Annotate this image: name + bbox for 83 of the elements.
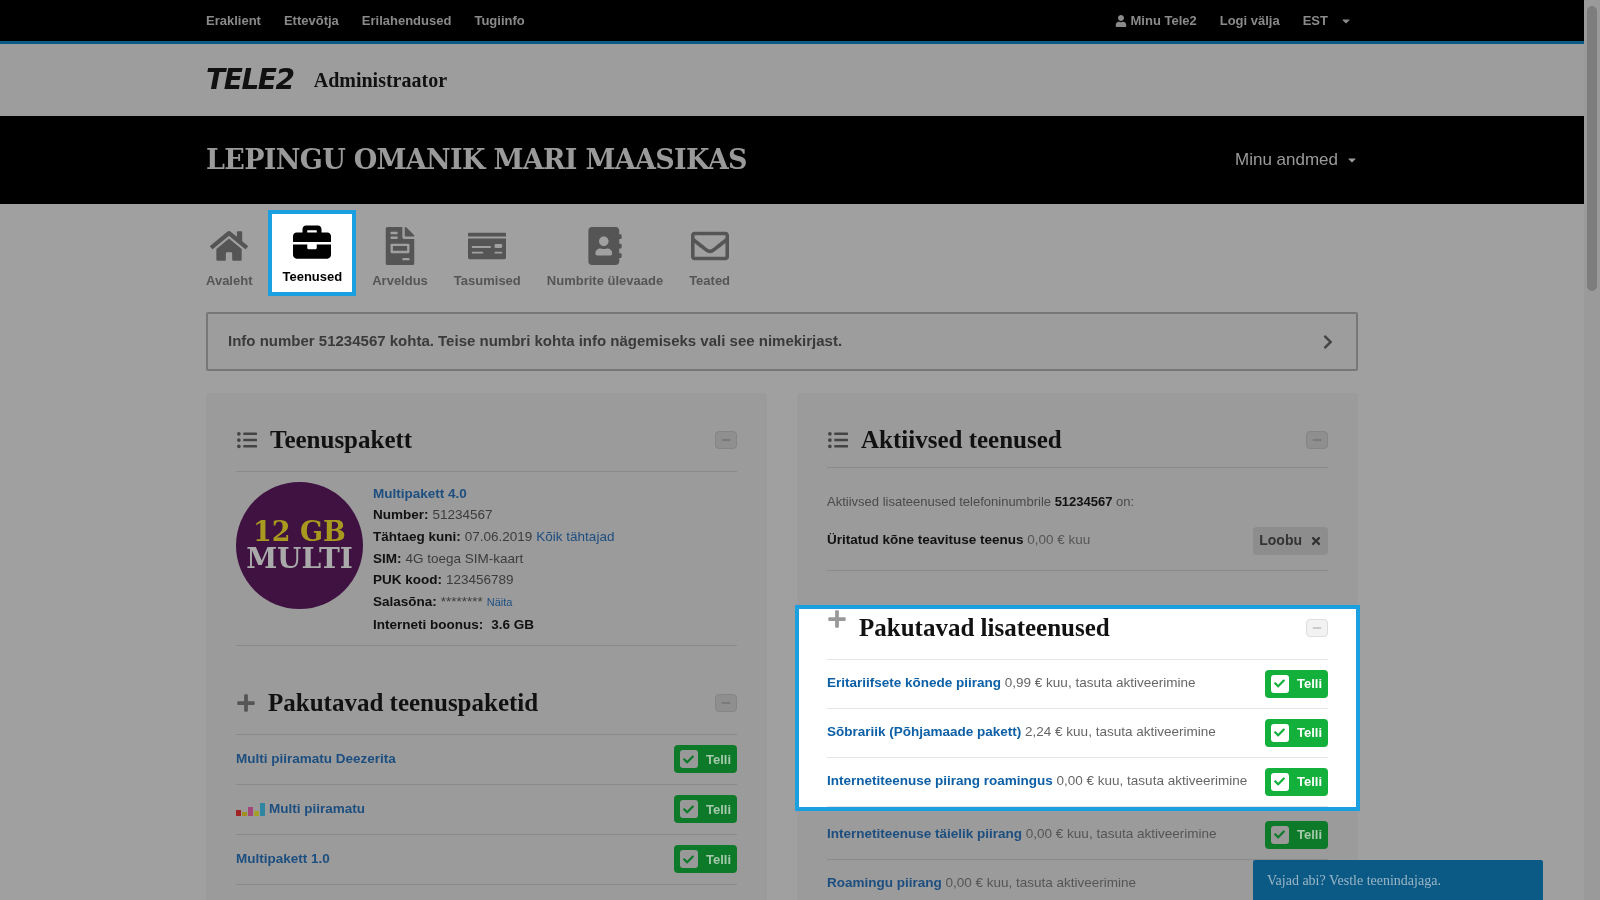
section-title: Pakutavad lisateenused bbox=[859, 613, 1111, 643]
user-icon bbox=[1114, 14, 1127, 27]
nav-tab[interactable]: Teated bbox=[679, 210, 741, 296]
field-value: 123456789 bbox=[446, 571, 514, 590]
plus-icon bbox=[236, 693, 256, 714]
logout-link[interactable]: Logi välja bbox=[1219, 10, 1280, 31]
service-text: Internetiteenuse täielik piirang 0,00 € kuu, tasuta aktiveerimine bbox=[827, 825, 1217, 844]
plus-icon bbox=[827, 609, 847, 629]
collapse-button[interactable] bbox=[1306, 430, 1328, 449]
field-value: 07.06.2019 bbox=[464, 527, 533, 546]
banner-title: LEPINGU OMANIK MARI MAASIKAS bbox=[206, 142, 747, 177]
language-dropdown[interactable]: EST bbox=[1302, 10, 1352, 31]
collapse-button[interactable] bbox=[715, 430, 737, 449]
order-button[interactable]: Telli bbox=[673, 745, 737, 774]
account-link[interactable]: Minu Tele2 bbox=[1114, 10, 1197, 31]
service-link[interactable]: Eritariifsete kõnede piirang bbox=[827, 675, 1002, 691]
service-text: Roamingu piirang 0,00 € kuu, tasuta aktiveerimine bbox=[827, 874, 1137, 893]
scrollbar-thumb[interactable] bbox=[1587, 6, 1597, 291]
field-label: Salasõna: bbox=[373, 593, 437, 611]
check-icon bbox=[1270, 772, 1289, 791]
order-button[interactable]: Telli bbox=[673, 845, 737, 874]
nav-tab[interactable]: Teenused bbox=[268, 210, 357, 296]
package-name-link[interactable]: Multipakett 4.0 bbox=[373, 482, 615, 505]
order-button[interactable]: Telli bbox=[1264, 669, 1328, 698]
package-link[interactable]: Multipakett 1.0 bbox=[236, 849, 330, 870]
field-label: SIM: bbox=[373, 549, 402, 568]
section-title: Aktiivsed teenused bbox=[861, 425, 1063, 455]
badge-text: MULTI bbox=[246, 544, 353, 573]
collapse-button[interactable] bbox=[715, 694, 737, 713]
service-link[interactable]: Internetiteenuse täielik piirang bbox=[827, 826, 1023, 842]
account-menu[interactable]: Minu andmed bbox=[1235, 147, 1358, 173]
header-title: Administraator bbox=[313, 68, 447, 93]
equalizer-logo-icon bbox=[236, 802, 265, 817]
check-icon bbox=[679, 800, 698, 819]
field-label: Tähtaeg kuni: bbox=[373, 527, 461, 546]
field-label: Number: bbox=[373, 506, 429, 525]
order-button[interactable]: Telli bbox=[1264, 718, 1328, 747]
field-link[interactable]: Näita bbox=[486, 592, 513, 614]
badge-text: 12 GB bbox=[253, 517, 346, 545]
service-text: Eritariifsete kõnede piirang 0,99 € kuu, tasuta aktiveerimine bbox=[827, 674, 1196, 693]
section-title: Teenuspakett bbox=[270, 425, 414, 455]
service-text: Sõbrariik (Põhjamaade pakett) 2,24 € kuu, tasuta aktiveerimine bbox=[827, 723, 1216, 742]
check-icon bbox=[1270, 723, 1289, 742]
logo[interactable]: TELE2 bbox=[206, 59, 294, 101]
nav-tab[interactable]: Avaleht bbox=[206, 210, 263, 296]
list-icon bbox=[236, 429, 258, 450]
check-icon bbox=[1270, 825, 1289, 844]
order-button[interactable]: Telli bbox=[1264, 820, 1328, 849]
nav-tab[interactable]: Tasumised bbox=[443, 210, 531, 296]
package-link[interactable]: Multi piiramatu bbox=[269, 799, 365, 820]
field-value: 4G toega SIM-kaart bbox=[405, 549, 524, 568]
field-value: 3.6 GB bbox=[491, 615, 535, 634]
field-label: PUK kood: bbox=[373, 571, 442, 590]
cancel-button[interactable]: Loobu bbox=[1253, 526, 1328, 555]
intro-text: Aktiivsed lisateenused telefoninumbrile 51234567 on: bbox=[827, 492, 1136, 511]
package-link[interactable]: Multi piiramatu Deezerita bbox=[236, 749, 396, 770]
nav-tab[interactable]: Numbrite ülevaade bbox=[536, 210, 674, 296]
tab-icon bbox=[585, 226, 624, 265]
check-icon bbox=[679, 850, 698, 869]
service-text: Üritatud kõne teavituse teenus 0,00 € kuu bbox=[827, 531, 1091, 550]
chat-button[interactable]: Vajad abi? Vestle teenindajaga. bbox=[1253, 860, 1543, 900]
order-button[interactable]: Telli bbox=[1264, 767, 1328, 796]
number-selector[interactable]: Info number 51234567 kohta. Teise numbri kohta info nägemiseks vali see nimekirjast. bbox=[206, 312, 1358, 371]
service-text: Internetiteenuse piirang roamingus 0,00 € kuu, tasuta aktiveerimine bbox=[827, 772, 1248, 791]
list-icon bbox=[827, 429, 849, 450]
tab-icon bbox=[293, 222, 332, 261]
section-title: Pakutavad teenuspaketid bbox=[268, 688, 540, 719]
service-link[interactable]: Roamingu piirang bbox=[827, 875, 942, 891]
nav-link[interactable]: Eraklient bbox=[206, 10, 261, 31]
nav-link[interactable]: Erilahendused bbox=[361, 10, 452, 31]
field-value: ******** bbox=[440, 593, 483, 611]
field-label: Interneti boonus: bbox=[373, 615, 484, 634]
field-value: 51234567 bbox=[432, 506, 493, 525]
service-link[interactable]: Sõbrariik (Põhjamaade pakett) bbox=[827, 724, 1022, 740]
check-icon bbox=[679, 750, 698, 769]
field-link[interactable]: Kõik tähtajad bbox=[536, 525, 615, 548]
order-button[interactable]: Telli bbox=[673, 795, 737, 824]
nav-link[interactable]: Tugiinfo bbox=[474, 10, 525, 31]
check-icon bbox=[1270, 674, 1289, 693]
close-icon bbox=[1310, 534, 1322, 547]
service-link[interactable]: Internetiteenuse piirang roamingus bbox=[827, 773, 1053, 789]
nav-link[interactable]: Ettevõtja bbox=[283, 10, 339, 31]
nav-tab[interactable]: Arveldus bbox=[362, 210, 438, 296]
